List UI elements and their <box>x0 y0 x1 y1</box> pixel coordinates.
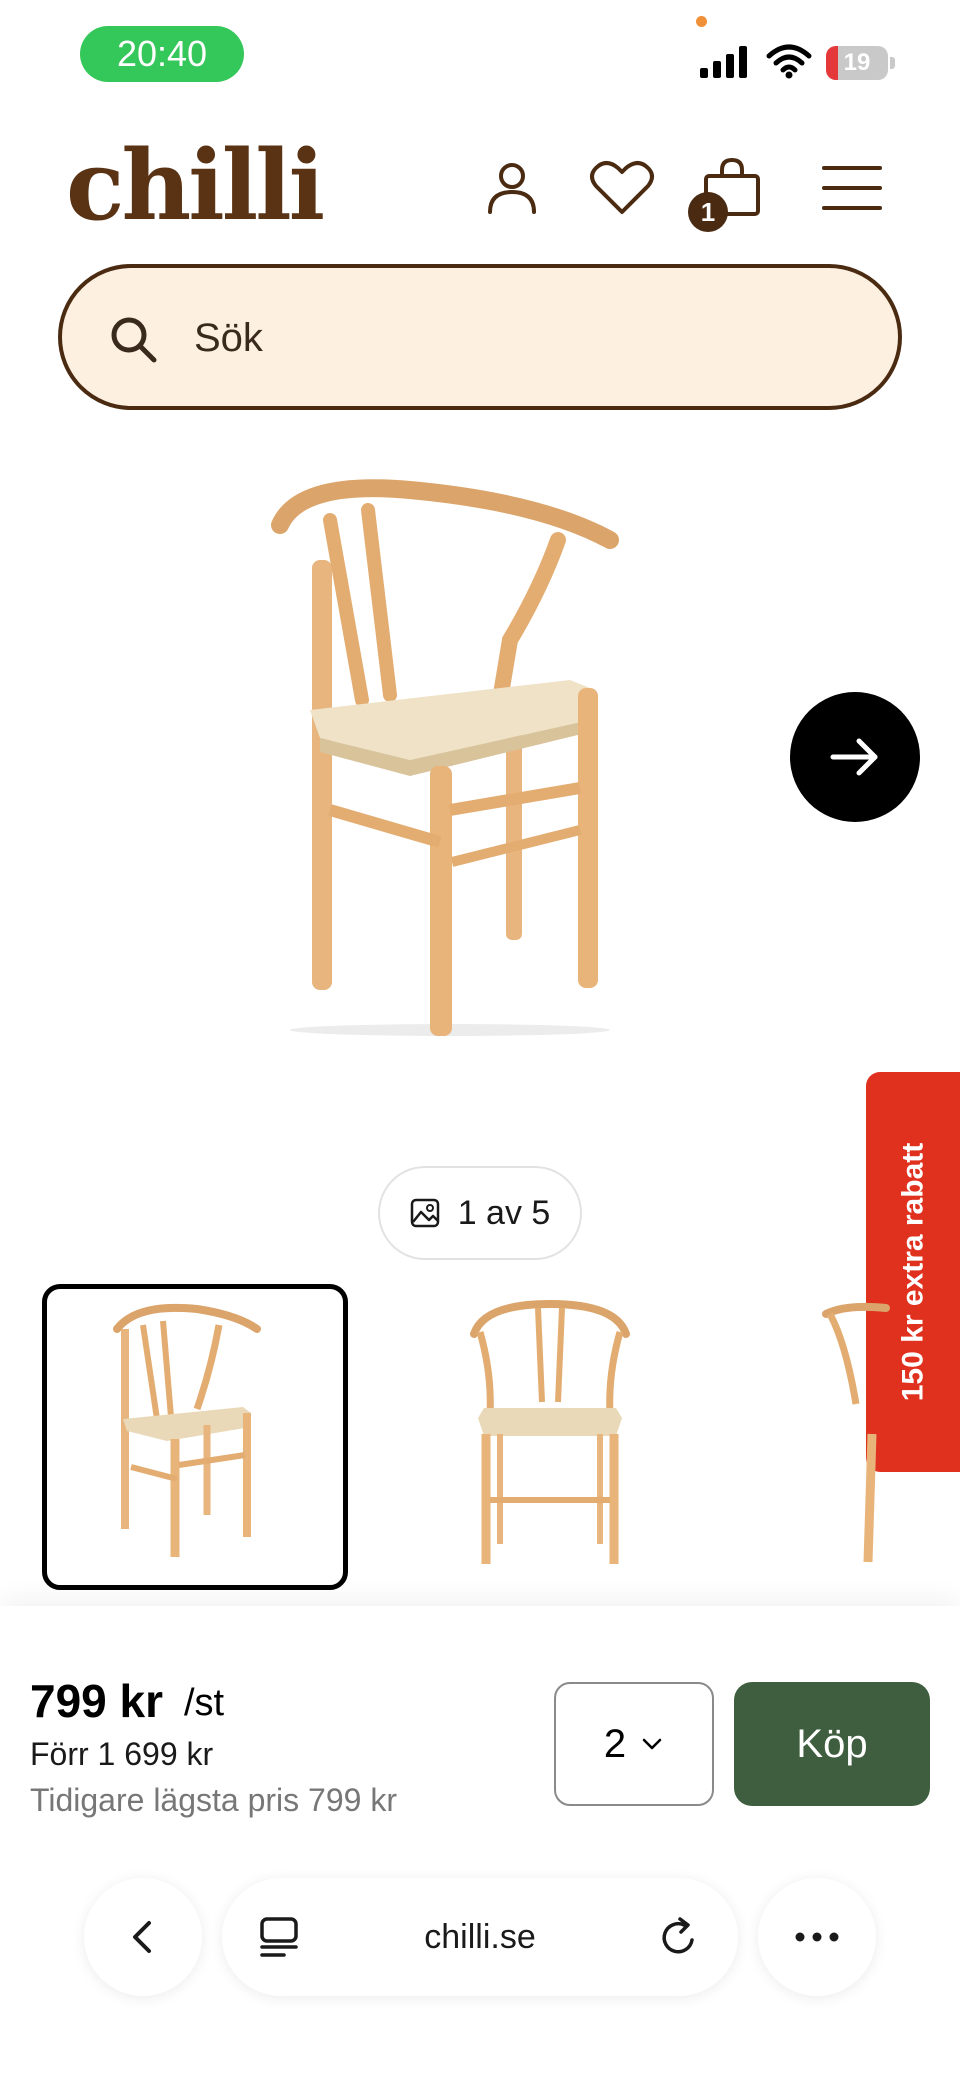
account-icon[interactable] <box>480 156 544 220</box>
search-placeholder: Sök <box>194 316 263 360</box>
signal-icon <box>700 46 747 78</box>
price: 799 kr <box>30 1675 164 1727</box>
thumbnail-2[interactable] <box>400 1284 706 1590</box>
status-time: 20:40 <box>80 26 244 82</box>
chevron-left-icon <box>133 1921 151 1953</box>
address-bar[interactable]: chilli.se <box>222 1878 738 1996</box>
reload-icon[interactable] <box>658 1916 700 1958</box>
status-bar: 20:40 19 <box>0 0 960 110</box>
battery-level: 19 <box>843 49 871 76</box>
chilli-logo[interactable]: chilli <box>66 136 325 236</box>
purchase-panel: 799 kr /st Förr 1 699 kr Tidigare lägsta… <box>0 1606 960 2078</box>
old-price: Förr 1 699 kr <box>30 1736 214 1772</box>
more-icon <box>795 1932 839 1942</box>
quantity-value: 2 <box>603 1721 627 1766</box>
price-unit: /st <box>184 1682 225 1724</box>
lowest-price: Tidigare lägsta pris 799 kr <box>30 1782 397 1818</box>
quantity-select[interactable]: 2 <box>554 1682 714 1806</box>
wifi-icon <box>766 44 812 79</box>
heart-icon[interactable] <box>588 156 656 220</box>
privacy-indicator <box>696 16 707 27</box>
thumbnail-1[interactable] <box>42 1284 348 1590</box>
menu-icon[interactable] <box>820 156 884 220</box>
search-icon <box>111 317 157 363</box>
product-image[interactable] <box>240 470 720 1040</box>
cart-count-badge: 1 <box>688 192 728 232</box>
search-input[interactable]: Sök <box>58 264 902 410</box>
battery-icon: 19 <box>826 46 896 80</box>
image-icon <box>410 1198 439 1228</box>
thumbnail-3[interactable] <box>796 1284 960 1590</box>
thumbnail-strip <box>0 1284 960 1594</box>
image-counter-text: 1 av 5 <box>457 1193 551 1232</box>
image-counter: 1 av 5 <box>378 1166 582 1260</box>
chevron-down-icon <box>642 1738 662 1750</box>
buy-button[interactable]: Köp <box>734 1682 930 1806</box>
back-button[interactable] <box>84 1878 202 1996</box>
next-image-button[interactable] <box>790 692 920 822</box>
arrow-right-icon <box>830 738 878 776</box>
more-button[interactable] <box>758 1878 876 1996</box>
